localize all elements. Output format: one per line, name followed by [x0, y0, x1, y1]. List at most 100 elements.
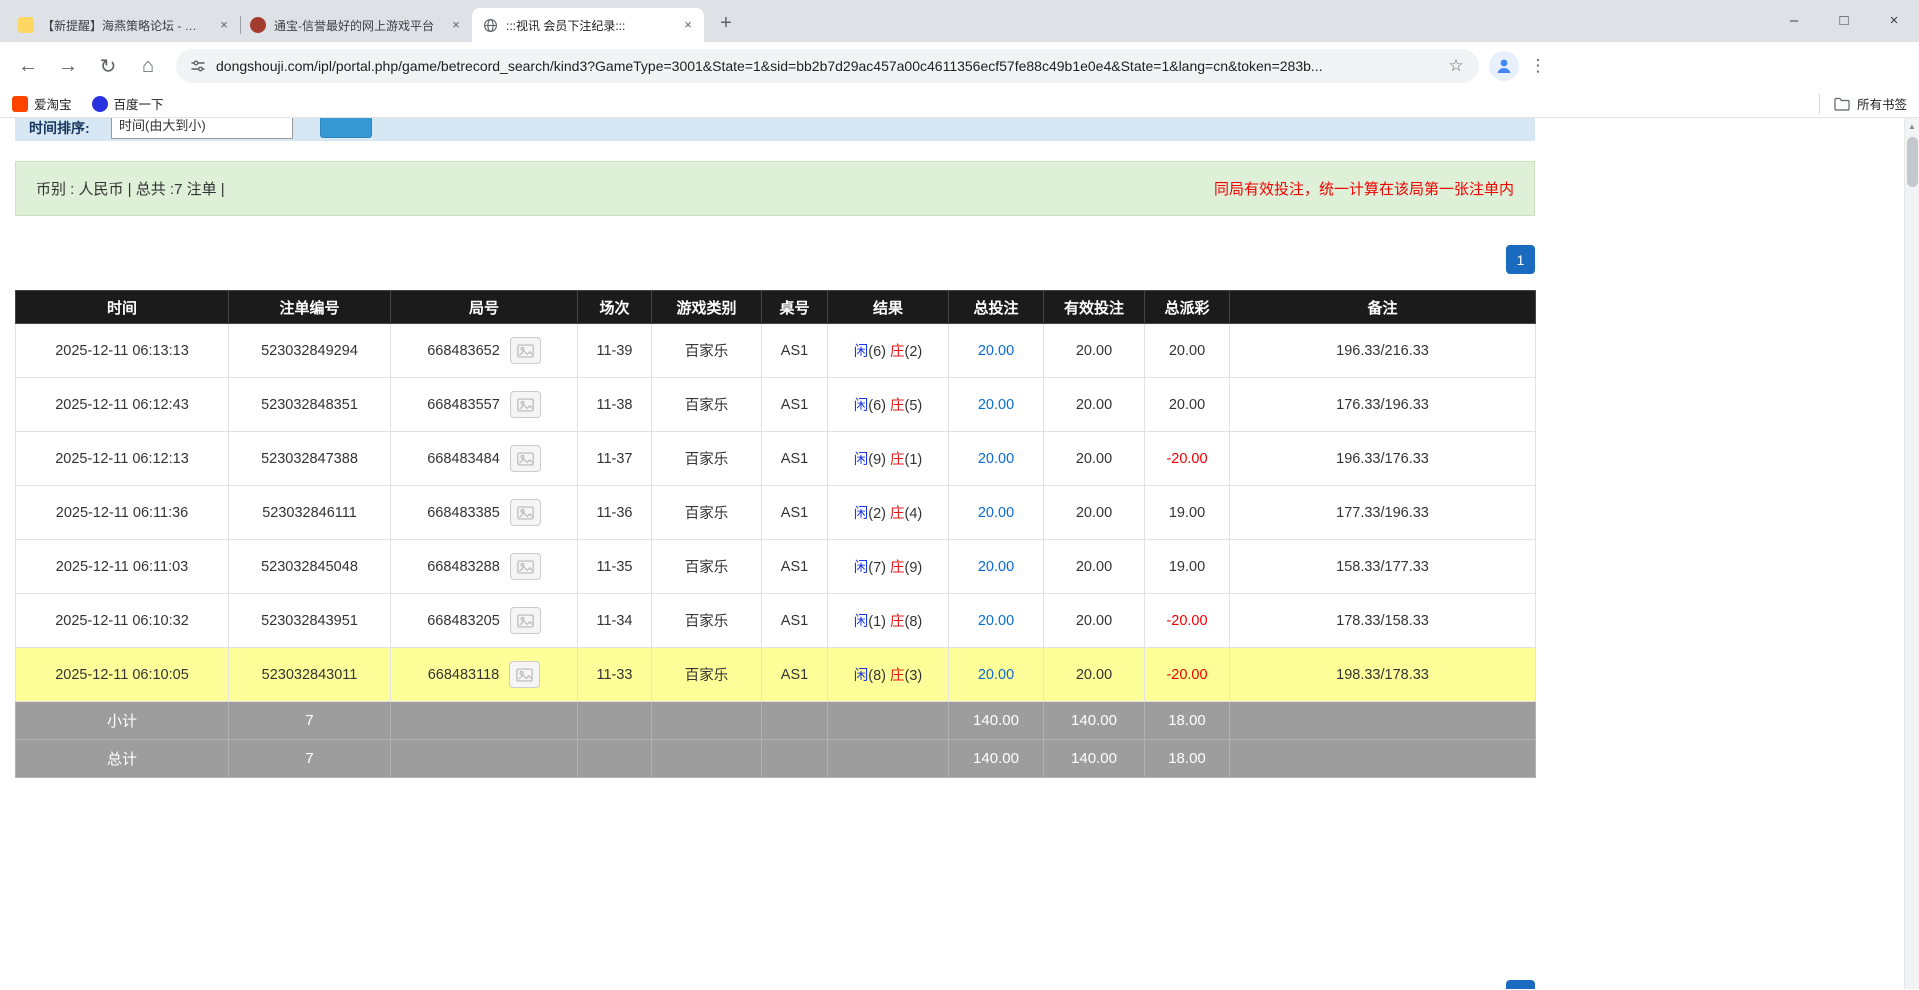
maximize-button[interactable]: □ [1819, 0, 1869, 42]
new-tab-button[interactable]: + [712, 10, 740, 38]
cell-valid-bet: 20.00 [1044, 594, 1145, 648]
forward-icon[interactable]: → [50, 48, 86, 84]
cell-valid-bet: 20.00 [1044, 648, 1145, 702]
baidu-icon [92, 96, 108, 112]
col-total-bet: 总投注 [949, 291, 1044, 324]
cell-session: 11-35 [578, 540, 652, 594]
tab-bet-records[interactable]: :::视讯 会员下注纪录::: × [472, 8, 704, 42]
close-button[interactable]: × [1869, 0, 1919, 42]
bet-record-row: 2025-12-11 06:13:13523032849294668483652… [16, 324, 1536, 378]
scrollbar-thumb[interactable] [1907, 137, 1918, 187]
cell-session: 11-37 [578, 432, 652, 486]
scroll-up-icon[interactable]: ▲ [1905, 118, 1919, 135]
cell-session: 11-34 [578, 594, 652, 648]
cell-payout: -20.00 [1145, 594, 1230, 648]
cell-bet-no: 523032847388 [229, 432, 391, 486]
banker-label: 庄 [890, 614, 905, 630]
cell-table-no: AS1 [762, 540, 828, 594]
profile-avatar[interactable] [1489, 51, 1519, 81]
col-round-no: 局号 [391, 291, 578, 324]
col-bet-no: 注单编号 [229, 291, 391, 324]
summary-bar: 币别 : 人民币 | 总共 :7 注单 | 同局有效投注，统一计算在该局第一张注… [15, 161, 1535, 216]
reload-icon[interactable]: ↻ [90, 48, 126, 84]
player-label: 闲 [854, 668, 869, 684]
cell-total-bet: 20.00 [949, 486, 1044, 540]
result-image-button[interactable] [510, 499, 541, 526]
cell-round-no: 668483557 [391, 378, 578, 432]
cell-payout: 19.00 [1145, 540, 1230, 594]
vertical-scrollbar[interactable]: ▲ [1904, 118, 1919, 989]
cell-time: 2025-12-11 06:11:36 [16, 486, 229, 540]
round-number: 668483118 [428, 667, 500, 683]
cell-bet-no: 523032848351 [229, 378, 391, 432]
banker-label: 庄 [890, 668, 905, 684]
cell-round-no: 668483484 [391, 432, 578, 486]
browser-toolbar: ← → ↻ ⌂ dongshouji.com/ipl/portal.php/ga… [0, 42, 1919, 90]
bookmark-aitaobao[interactable]: 爱淘宝 [12, 94, 72, 113]
player-label: 闲 [854, 614, 869, 630]
grand-total-count: 7 [229, 740, 391, 778]
bookmark-baidu[interactable]: 百度一下 [92, 94, 164, 113]
cell-total-bet: 20.00 [949, 648, 1044, 702]
cell-table-no: AS1 [762, 594, 828, 648]
folder-icon [1834, 97, 1850, 111]
cell-bet-no: 523032846111 [229, 486, 391, 540]
back-icon[interactable]: ← [10, 48, 46, 84]
banker-label: 庄 [890, 398, 905, 414]
home-icon[interactable]: ⌂ [130, 48, 166, 84]
cell-payout: 20.00 [1145, 324, 1230, 378]
cell-time: 2025-12-11 06:12:13 [16, 432, 229, 486]
result-image-button[interactable] [510, 553, 541, 580]
minimize-button[interactable]: – [1769, 0, 1819, 42]
cell-game-type: 百家乐 [652, 594, 762, 648]
pagination-bottom-clipped[interactable] [1506, 980, 1535, 989]
subtotal-payout: 18.00 [1145, 702, 1230, 740]
grand-total-total-bet: 140.00 [949, 740, 1044, 778]
summary-notice: 同局有效投注，统一计算在该局第一张注单内 [1214, 178, 1514, 199]
tab-close-icon[interactable]: × [448, 17, 464, 33]
sort-select[interactable] [111, 118, 293, 139]
col-game-type: 游戏类别 [652, 291, 762, 324]
search-button[interactable] [320, 118, 372, 138]
round-number: 668483557 [427, 397, 500, 413]
cell-result: 闲(6) 庄(2) [828, 324, 949, 378]
cell-table-no: AS1 [762, 648, 828, 702]
bookmark-label: 爱淘宝 [34, 94, 72, 113]
cell-game-type: 百家乐 [652, 486, 762, 540]
browser-window: 【新提醒】海燕策略论坛 - 综合 × 通宝-信誉最好的网上游戏平台 × :::视… [0, 0, 1919, 990]
grand-total-payout: 18.00 [1145, 740, 1230, 778]
site-settings-icon[interactable] [190, 58, 206, 74]
cell-session: 11-33 [578, 648, 652, 702]
bookmark-star-icon[interactable]: ☆ [1447, 56, 1465, 76]
page-number-button[interactable]: 1 [1506, 245, 1535, 274]
cell-remark: 198.33/178.33 [1230, 648, 1536, 702]
result-image-button[interactable] [510, 337, 541, 364]
result-image-button[interactable] [510, 607, 541, 634]
col-valid-bet: 有效投注 [1044, 291, 1145, 324]
tab-close-icon[interactable]: × [216, 17, 232, 33]
tab-close-icon[interactable]: × [680, 17, 696, 33]
browser-menu-icon[interactable]: ⋮ [1523, 56, 1553, 76]
cell-time: 2025-12-11 06:12:43 [16, 378, 229, 432]
sort-label: 时间排序: [29, 118, 90, 138]
cell-session: 11-36 [578, 486, 652, 540]
result-image-button[interactable] [510, 445, 541, 472]
cell-round-no: 668483385 [391, 486, 578, 540]
tab-title: 【新提醒】海燕策略论坛 - 综合 [42, 17, 208, 34]
result-image-button[interactable] [510, 391, 541, 418]
tab-tongbao[interactable]: 通宝-信誉最好的网上游戏平台 × [240, 8, 472, 42]
subtotal-count: 7 [229, 702, 391, 740]
bet-record-row: 2025-12-11 06:11:03523032845048668483288… [16, 540, 1536, 594]
player-label: 闲 [854, 560, 869, 576]
cell-result: 闲(2) 庄(4) [828, 486, 949, 540]
tab-forum[interactable]: 【新提醒】海燕策略论坛 - 综合 × [8, 8, 240, 42]
round-number: 668483205 [427, 613, 500, 629]
result-image-button[interactable] [509, 661, 540, 688]
address-bar[interactable]: dongshouji.com/ipl/portal.php/game/betre… [176, 49, 1479, 83]
cell-remark: 176.33/196.33 [1230, 378, 1536, 432]
grand-total-valid-bet: 140.00 [1044, 740, 1145, 778]
cell-remark: 158.33/177.33 [1230, 540, 1536, 594]
round-number: 668483652 [427, 343, 500, 359]
all-bookmarks-button[interactable]: 所有书签 [1819, 94, 1907, 114]
col-remark: 备注 [1230, 291, 1536, 324]
